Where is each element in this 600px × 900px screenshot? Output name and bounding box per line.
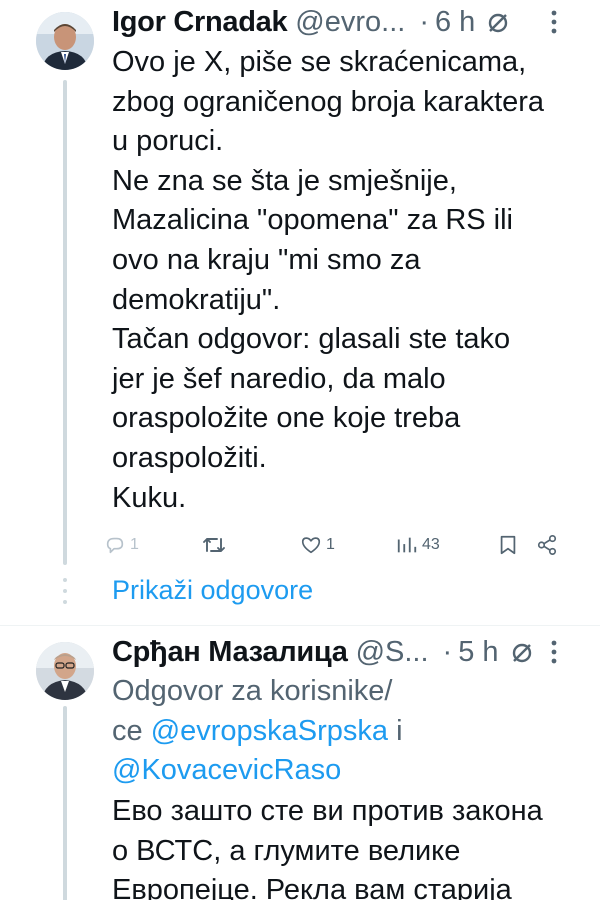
mute-icon bbox=[509, 640, 535, 666]
body-line: u poruci. bbox=[112, 125, 224, 158]
thread-line bbox=[63, 706, 67, 900]
body-line: Tačan odgovor: glasali ste tako bbox=[112, 323, 511, 356]
avatar[interactable] bbox=[36, 642, 94, 700]
body-line: demokratiju". bbox=[112, 283, 281, 316]
action-bar: 1 1 43 bbox=[104, 528, 564, 562]
author-handle[interactable]: @S... bbox=[356, 636, 429, 669]
body-line: ovo na kraju "mi smo za bbox=[112, 243, 421, 276]
tweet-body: Ево зашто сте ви против закона о ВСТС, а… bbox=[112, 792, 570, 900]
show-replies-link[interactable]: Prikaži odgovore bbox=[112, 575, 313, 606]
reply-count: 1 bbox=[130, 536, 139, 553]
author-handle[interactable]: @evro... bbox=[295, 6, 405, 39]
reply-button[interactable]: 1 bbox=[104, 528, 139, 562]
share-icon bbox=[536, 534, 558, 556]
thread-dots bbox=[63, 578, 67, 611]
share-button[interactable] bbox=[532, 528, 558, 562]
timestamp[interactable]: 6 h bbox=[435, 6, 475, 39]
tweet-header: Срђан Мазалица @S... · 5 h bbox=[112, 632, 560, 672]
retweet-button[interactable] bbox=[202, 528, 230, 562]
tweet-header: Igor Crnadak @evro... · 6 h bbox=[112, 2, 560, 42]
reply-to-mentions: ce @evropskaSrpska i bbox=[112, 712, 570, 752]
like-icon bbox=[300, 534, 322, 556]
reply-to-prefix: ce bbox=[112, 714, 151, 747]
like-count: 1 bbox=[326, 536, 335, 553]
body-line: Mazalicina "opomena" za RS ili bbox=[112, 204, 513, 237]
body-line: Европејце. Рекла вам старија bbox=[112, 874, 512, 900]
author-name[interactable]: Срђан Мазалица bbox=[112, 636, 348, 669]
more-icon[interactable] bbox=[544, 632, 564, 672]
separator-dot: · bbox=[442, 635, 453, 668]
views-icon bbox=[396, 534, 418, 556]
body-line: Ево зашто сте ви против закона bbox=[112, 795, 543, 827]
body-line: oraspoložiti. bbox=[112, 441, 267, 474]
avatar[interactable] bbox=[36, 12, 94, 70]
reply-icon bbox=[104, 534, 126, 556]
divider bbox=[0, 625, 600, 626]
tweet-body: Ovo je X, piše se skraćenicama, zbog ogr… bbox=[112, 43, 570, 518]
body-line: Kuku. bbox=[112, 481, 187, 514]
thread-line bbox=[63, 80, 67, 565]
body-line: zbog ograničenog broja karaktera bbox=[112, 85, 545, 118]
tweet-srdjan-mazalica[interactable]: Срђан Мазалица @S... · 5 h Odgovor za ko… bbox=[0, 628, 600, 900]
like-button[interactable]: 1 bbox=[300, 528, 335, 562]
retweet-icon bbox=[202, 534, 226, 556]
body-line: oraspoložite one koje treba bbox=[112, 402, 461, 435]
body-line: о ВСТС, а глумите велике bbox=[112, 834, 461, 867]
views-button[interactable]: 43 bbox=[396, 528, 440, 562]
mute-icon bbox=[485, 10, 511, 36]
body-line: jer je šef naredio, da malo bbox=[112, 362, 446, 395]
separator-dot: · bbox=[419, 5, 429, 38]
mention-link[interactable]: @evropskaSrpska bbox=[151, 715, 388, 747]
author-name[interactable]: Igor Crnadak bbox=[112, 6, 288, 39]
bookmark-icon bbox=[498, 534, 518, 556]
timestamp[interactable]: 5 h bbox=[458, 636, 498, 669]
reply-to-and: i bbox=[388, 714, 403, 747]
view-count: 43 bbox=[422, 536, 440, 553]
reply-to-label: Odgovor za korisnike/ bbox=[112, 675, 393, 707]
mention-link[interactable]: @KovacevicRaso bbox=[112, 751, 570, 791]
tweet-igor-crnadak[interactable]: Igor Crnadak @evro... · 6 h Ovo je X, pi… bbox=[0, 0, 600, 625]
more-icon[interactable] bbox=[544, 2, 564, 42]
bookmark-button[interactable] bbox=[494, 528, 518, 562]
body-line: Ne zna se šta je smješnije, bbox=[112, 164, 457, 197]
reply-context: Odgovor za korisnike/ ce @evropskaSrpska… bbox=[112, 672, 570, 791]
body-line: Ovo je X, piše se skraćenicama, bbox=[112, 46, 527, 78]
